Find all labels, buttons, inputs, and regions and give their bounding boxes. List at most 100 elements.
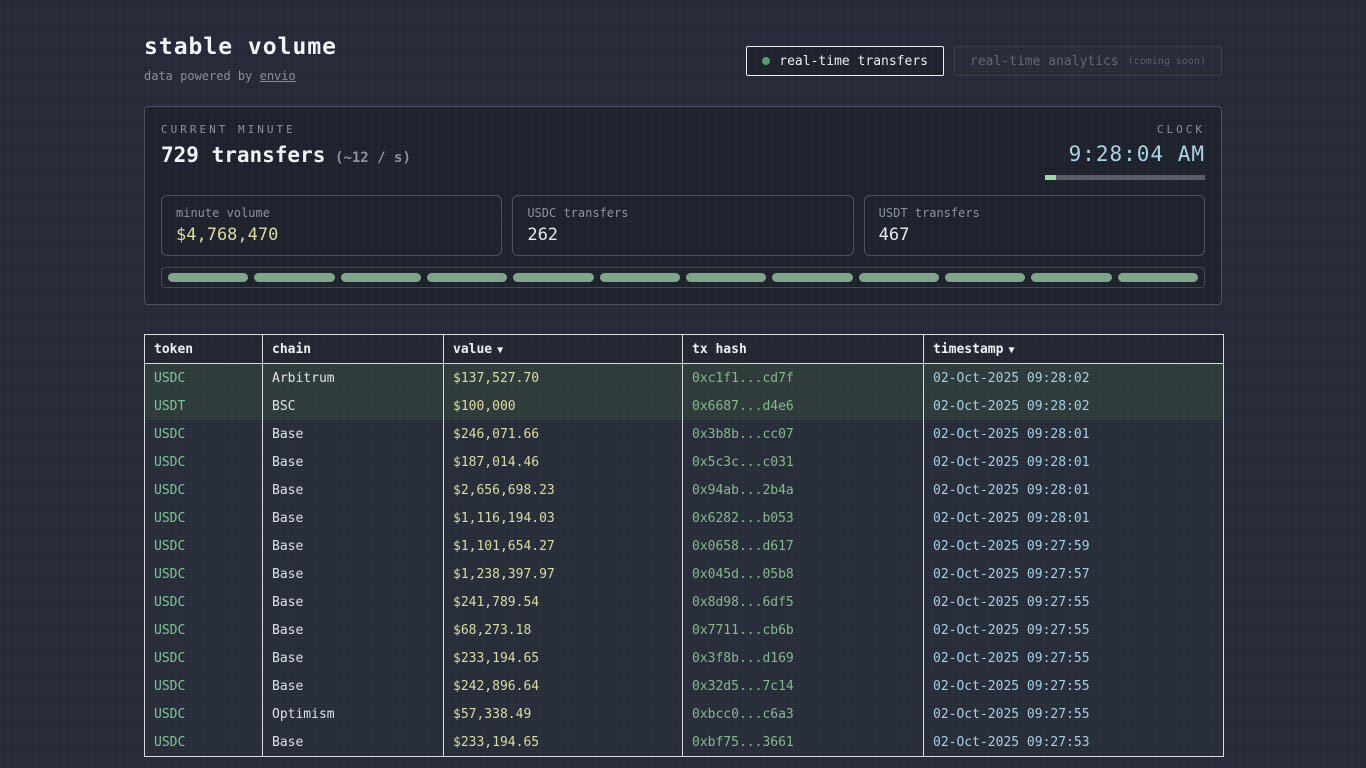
cell-token: USDC	[145, 560, 263, 588]
table-row: USDC Base $1,238,397.97 0x045d...05b8 02…	[145, 560, 1223, 588]
cell-tx-hash[interactable]: 0x6282...b053	[683, 504, 924, 532]
minute-volume-value: $4,768,470	[176, 225, 487, 245]
clock-block: CLOCK 9:28:04 AM	[1045, 123, 1205, 180]
minute-segment	[686, 273, 766, 282]
minute-segment	[341, 273, 421, 282]
usdc-transfers-value: 262	[527, 225, 838, 245]
stat-boxes: minute volume $4,768,470 USDC transfers …	[161, 195, 1205, 256]
cell-tx-hash[interactable]: 0x3f8b...d169	[683, 644, 924, 672]
cell-tx-hash[interactable]: 0x5c3c...c031	[683, 448, 924, 476]
cell-timestamp: 02-Oct-2025 09:28:02	[924, 392, 1223, 420]
cell-tx-hash[interactable]: 0x3b8b...cc07	[683, 420, 924, 448]
cell-tx-hash[interactable]: 0xbcc0...c6a3	[683, 700, 924, 728]
cell-chain: Base	[263, 560, 444, 588]
table-row: USDC Arbitrum $137,527.70 0xc1f1...cd7f …	[145, 364, 1223, 392]
page-title: stable volume	[144, 34, 337, 60]
cell-value: $187,014.46	[444, 448, 683, 476]
subtitle-text: data powered by	[144, 69, 260, 83]
col-header-token: token	[145, 335, 263, 364]
cell-token: USDC	[145, 616, 263, 644]
table-row: USDT BSC $100,000 0x6687...d4e6 02-Oct-2…	[145, 392, 1223, 420]
minute-segment	[859, 273, 939, 282]
cell-timestamp: 02-Oct-2025 09:27:55	[924, 700, 1223, 728]
envio-link[interactable]: envio	[260, 69, 296, 83]
cell-chain: Base	[263, 672, 444, 700]
clock-time: 9:28:04 AM	[1045, 142, 1205, 166]
stat-box-usdc-transfers: USDC transfers 262	[512, 195, 853, 256]
panel-top: CURRENT MINUTE 729 transfers (~12 / s) C…	[161, 123, 1205, 180]
table-row: USDC Optimism $57,338.49 0xbcc0...c6a3 0…	[145, 700, 1223, 728]
title-block: stable volume data powered by envio	[144, 34, 337, 83]
cell-token: USDC	[145, 644, 263, 672]
cell-tx-hash[interactable]: 0x8d98...6df5	[683, 588, 924, 616]
transfers-count: 729 transfers	[161, 143, 325, 167]
cell-chain: Base	[263, 448, 444, 476]
cell-tx-hash[interactable]: 0x0658...d617	[683, 532, 924, 560]
cell-tx-hash[interactable]: 0xc1f1...cd7f	[683, 364, 924, 392]
cell-tx-hash[interactable]: 0x6687...d4e6	[683, 392, 924, 420]
cell-value: $100,000	[444, 392, 683, 420]
table-row: USDC Base $1,101,654.27 0x0658...d617 02…	[145, 532, 1223, 560]
cell-timestamp: 02-Oct-2025 09:27:55	[924, 616, 1223, 644]
cell-chain: Base	[263, 476, 444, 504]
coming-soon-badge: (coming soon)	[1128, 56, 1206, 67]
cell-timestamp: 02-Oct-2025 09:27:57	[924, 560, 1223, 588]
cell-tx-hash[interactable]: 0x94ab...2b4a	[683, 476, 924, 504]
cell-timestamp: 02-Oct-2025 09:27:59	[924, 532, 1223, 560]
minute-segment	[600, 273, 680, 282]
current-minute-panel: CURRENT MINUTE 729 transfers (~12 / s) C…	[144, 106, 1222, 305]
col-header-tx-hash: tx hash	[683, 335, 924, 364]
cell-timestamp: 02-Oct-2025 09:27:55	[924, 588, 1223, 616]
cell-token: USDC	[145, 420, 263, 448]
cell-value: $1,238,397.97	[444, 560, 683, 588]
table-row: USDC Base $68,273.18 0x7711...cb6b 02-Oc…	[145, 616, 1223, 644]
clock-label: CLOCK	[1045, 123, 1205, 136]
clock-progress-fill	[1045, 175, 1056, 180]
cell-value: $233,194.65	[444, 644, 683, 672]
cell-chain: Base	[263, 616, 444, 644]
sort-desc-icon: ▼	[497, 345, 503, 356]
tab-label: real-time transfers	[779, 54, 928, 69]
cell-token: USDC	[145, 700, 263, 728]
cell-chain: Base	[263, 532, 444, 560]
view-tabs: real-time transfers real-time analytics …	[746, 46, 1222, 76]
cell-value: $246,071.66	[444, 420, 683, 448]
cell-timestamp: 02-Oct-2025 09:27:53	[924, 728, 1223, 756]
table-header: token chain value▼ tx hash timestamp▼	[145, 335, 1223, 364]
cell-token: USDC	[145, 532, 263, 560]
minute-segment	[254, 273, 334, 282]
tab-real-time-transfers[interactable]: real-time transfers	[746, 46, 944, 76]
cell-value: $68,273.18	[444, 616, 683, 644]
cell-tx-hash[interactable]: 0x7711...cb6b	[683, 616, 924, 644]
cell-value: $137,527.70	[444, 364, 683, 392]
cell-chain: Base	[263, 420, 444, 448]
table-row: USDC Base $241,789.54 0x8d98...6df5 02-O…	[145, 588, 1223, 616]
cell-value: $57,338.49	[444, 700, 683, 728]
cell-chain: Base	[263, 504, 444, 532]
col-header-chain: chain	[263, 335, 444, 364]
cell-timestamp: 02-Oct-2025 09:28:01	[924, 476, 1223, 504]
usdt-transfers-value: 467	[879, 225, 1190, 245]
cell-tx-hash[interactable]: 0x045d...05b8	[683, 560, 924, 588]
cell-value: $1,101,654.27	[444, 532, 683, 560]
minute-segment	[1031, 273, 1111, 282]
cell-chain: Base	[263, 728, 444, 756]
col-header-timestamp[interactable]: timestamp▼	[924, 335, 1223, 364]
cell-tx-hash[interactable]: 0x32d5...7c14	[683, 672, 924, 700]
cell-token: USDC	[145, 364, 263, 392]
topbar: stable volume data powered by envio real…	[144, 34, 1222, 83]
cell-value: $233,194.65	[444, 728, 683, 756]
page: stable volume data powered by envio real…	[144, 0, 1222, 757]
stat-box-minute-volume: minute volume $4,768,470	[161, 195, 502, 256]
col-header-value[interactable]: value▼	[444, 335, 683, 364]
cell-tx-hash[interactable]: 0xbf75...3661	[683, 728, 924, 756]
stat-label: USDC transfers	[527, 206, 838, 220]
subtitle: data powered by envio	[144, 69, 337, 83]
tab-real-time-analytics[interactable]: real-time analytics (coming soon)	[954, 46, 1222, 76]
table-row: USDC Base $1,116,194.03 0x6282...b053 02…	[145, 504, 1223, 532]
sort-desc-icon: ▼	[1008, 345, 1014, 356]
cell-timestamp: 02-Oct-2025 09:28:01	[924, 504, 1223, 532]
table-row: USDC Base $233,194.65 0xbf75...3661 02-O…	[145, 728, 1223, 756]
table-row: USDC Base $187,014.46 0x5c3c...c031 02-O…	[145, 448, 1223, 476]
transfers-table: token chain value▼ tx hash timestamp▼ US…	[144, 334, 1224, 757]
